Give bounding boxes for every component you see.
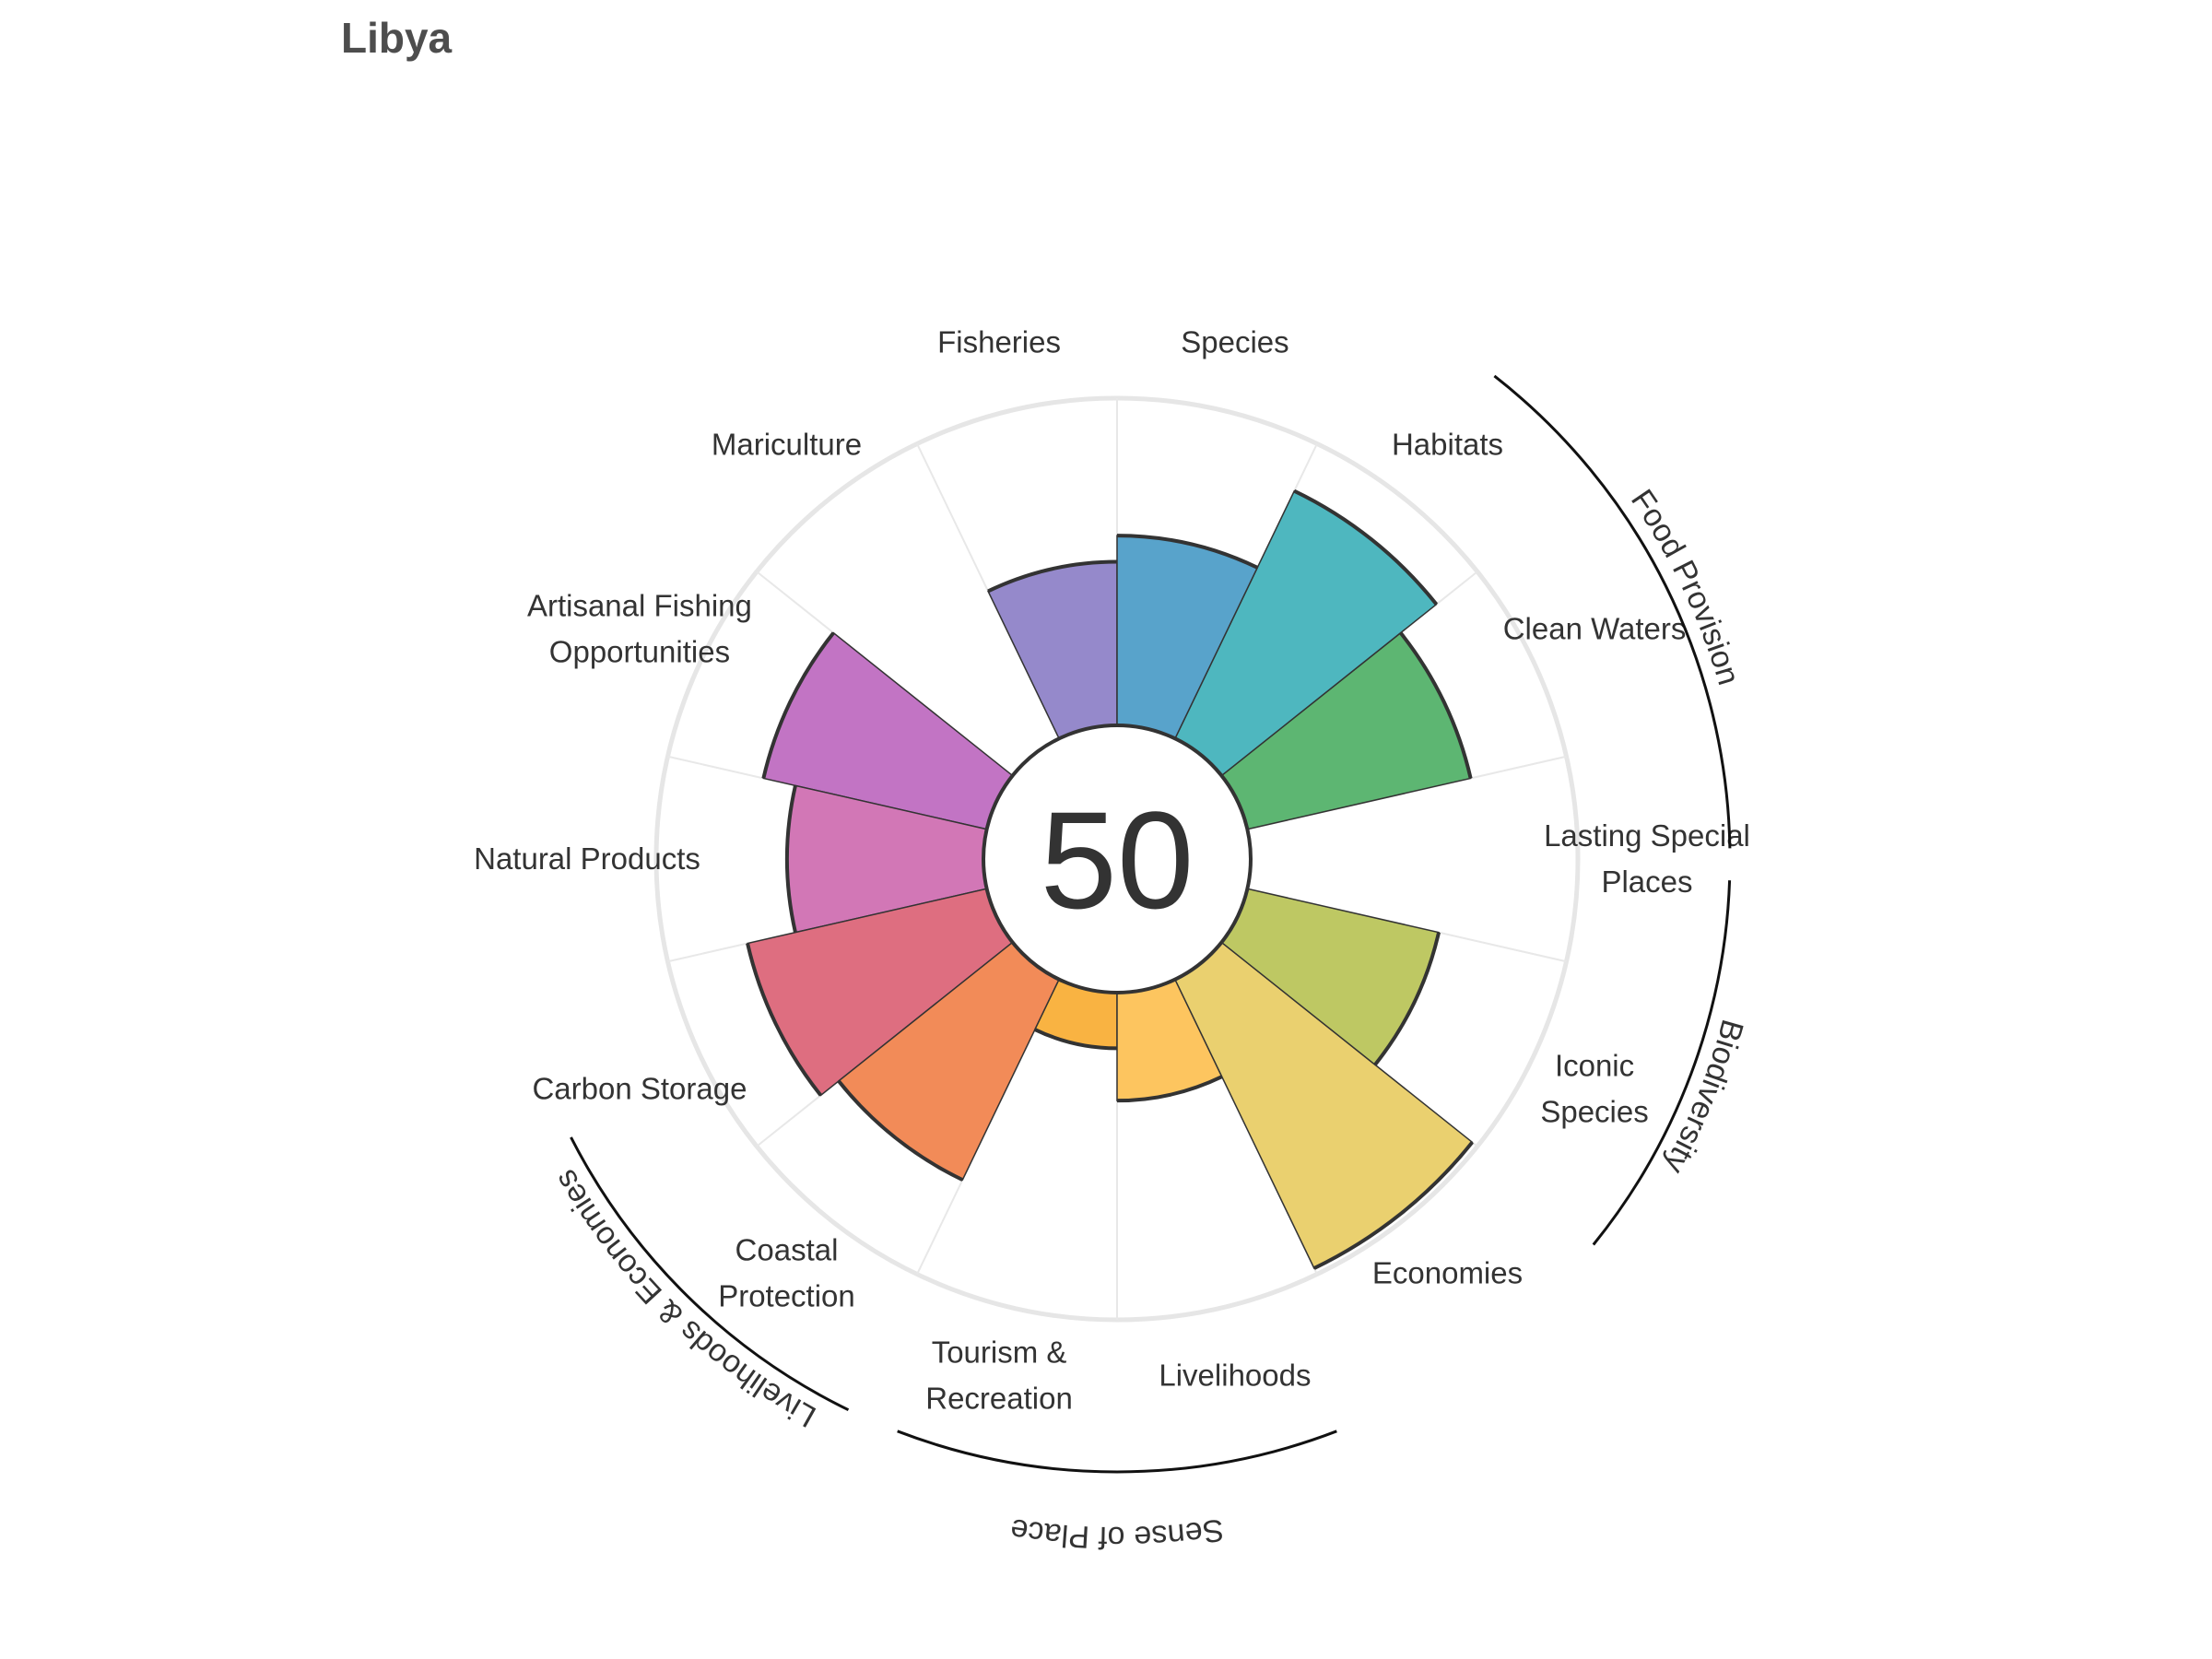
- group-label-sense-of-place: Sense of Place: [1008, 1512, 1227, 1555]
- goal-label: Livelihoods: [1159, 1359, 1311, 1393]
- goal-label: Tourism & Recreation: [925, 1335, 1073, 1416]
- petal-fisheries: [987, 560, 1118, 740]
- goal-label: Iconic Species: [1540, 1048, 1648, 1128]
- center-circle: 50: [982, 724, 1253, 994]
- group-arc-sense-of-place: [897, 1430, 1337, 1474]
- goal-label: Economies: [1372, 1256, 1523, 1290]
- goal-label: Fisheries: [937, 324, 1061, 359]
- goal-label: Species: [1181, 324, 1288, 359]
- goal-label: Natural Products: [474, 841, 700, 876]
- group-label-food-provision: Food Provision: [1624, 483, 1747, 688]
- goal-label: Clean Waters: [1503, 612, 1687, 646]
- flower-plot: 50 FisheriesMaricultureArtisanal Fishing…: [474, 324, 1750, 1555]
- goal-label: Habitats: [1392, 427, 1503, 461]
- goal-label: Coastal Protection: [718, 1233, 855, 1313]
- center-score: 50: [1041, 782, 1194, 937]
- goal-label: Carbon Storage: [532, 1071, 747, 1105]
- goal-label: Mariculture: [712, 427, 862, 461]
